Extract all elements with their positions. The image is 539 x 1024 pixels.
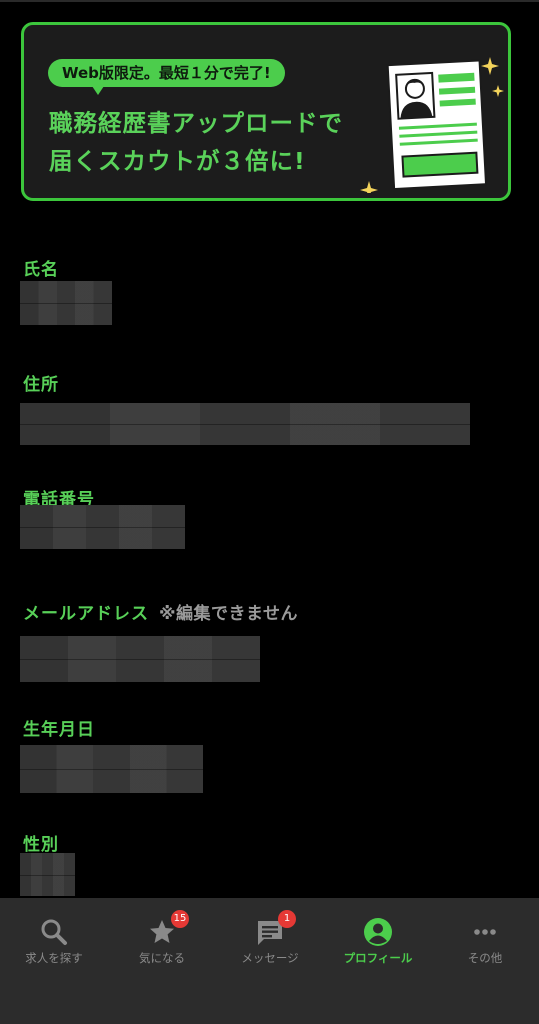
nav-label: メッセージ bbox=[241, 951, 299, 965]
bottom-navigation: 求人を探す 15 気になる 1 メッセージ プロフィール その他 bbox=[0, 898, 539, 1024]
nav-label: その他 bbox=[467, 951, 503, 965]
gender-value bbox=[20, 853, 75, 896]
resume-illustration-icon bbox=[360, 57, 504, 193]
field-label-text: 住所 bbox=[23, 375, 59, 395]
field-label-address: 住所 bbox=[23, 370, 59, 395]
more-icon bbox=[474, 929, 496, 935]
messages-badge: 1 bbox=[278, 910, 296, 928]
field-label-text: 生年月日 bbox=[23, 720, 95, 740]
banner-pill: Web版限定。最短１分で完了! bbox=[48, 59, 285, 95]
nav-label: プロフィール bbox=[343, 951, 413, 965]
sparkle-icon bbox=[481, 57, 499, 75]
resume-upload-banner[interactable]: Web版限定。最短１分で完了! 職務経歴書アップロードで 届くスカウトが３倍に! bbox=[21, 22, 511, 201]
name-value bbox=[20, 281, 112, 325]
search-icon bbox=[41, 919, 67, 945]
email-not-editable-note: ※編集できません bbox=[159, 604, 299, 624]
banner-headline-line1: 職務経歴書アップロードで bbox=[49, 109, 343, 137]
banner-headline-line2: 届くスカウトが３倍に! bbox=[49, 147, 306, 175]
field-label-birthdate: 生年月日 bbox=[23, 715, 95, 740]
nav-favorites[interactable]: 15 気になる bbox=[108, 898, 216, 988]
nav-label: 気になる bbox=[139, 951, 185, 965]
field-label-name: 氏名 bbox=[23, 255, 59, 280]
nav-search-jobs[interactable]: 求人を探す bbox=[0, 898, 108, 988]
phone-value bbox=[20, 505, 185, 549]
banner-headline: 職務経歴書アップロードで 届くスカウトが３倍に! bbox=[49, 104, 379, 180]
nav-other[interactable]: その他 bbox=[431, 898, 539, 988]
field-label-email: メールアドレス ※編集できません bbox=[23, 599, 298, 624]
email-value bbox=[20, 636, 260, 682]
sparkle-icon bbox=[360, 181, 378, 193]
top-divider bbox=[0, 0, 539, 2]
field-label-text: メールアドレス bbox=[23, 604, 149, 624]
sparkle-icon bbox=[492, 85, 504, 97]
field-label-text: 氏名 bbox=[23, 260, 59, 280]
nav-profile[interactable]: プロフィール bbox=[324, 898, 432, 988]
address-value bbox=[20, 403, 470, 445]
field-label-gender: 性別 bbox=[23, 830, 59, 855]
field-label-text: 性別 bbox=[23, 835, 59, 855]
profile-icon bbox=[364, 918, 392, 946]
nav-messages[interactable]: 1 メッセージ bbox=[216, 898, 324, 988]
favorites-badge: 15 bbox=[171, 910, 189, 928]
nav-label: 求人を探す bbox=[25, 951, 83, 965]
birthdate-value bbox=[20, 745, 203, 793]
